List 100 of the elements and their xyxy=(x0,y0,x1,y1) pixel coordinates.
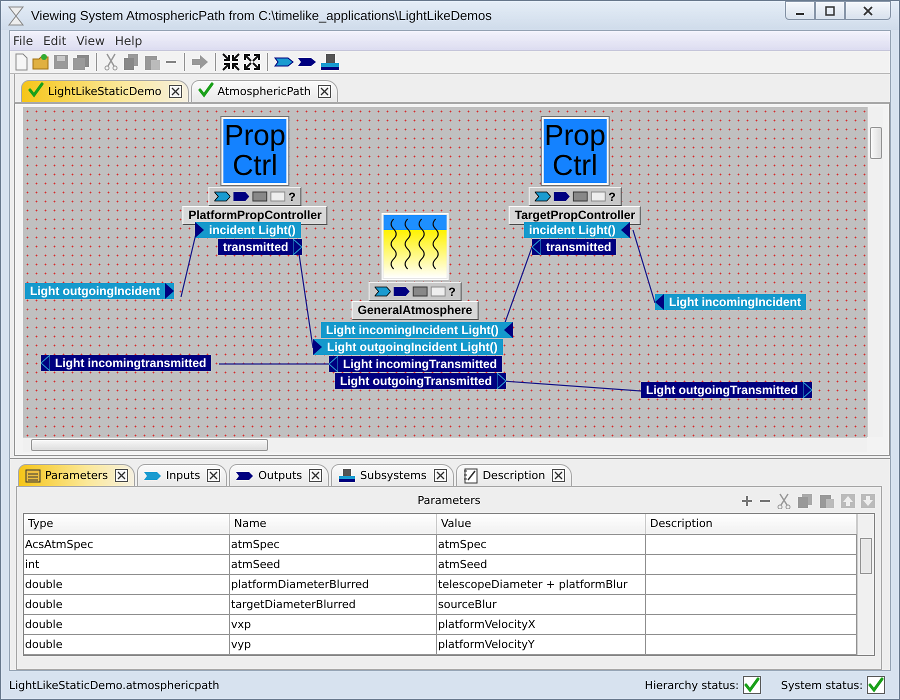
check-icon xyxy=(198,82,214,98)
table-cell: atmSeed xyxy=(437,555,646,574)
atmosphere-icon[interactable] xyxy=(382,213,448,280)
panel-tab[interactable]: Parameters xyxy=(18,464,135,486)
export-icon[interactable] xyxy=(191,53,209,71)
menu-item[interactable]: Help xyxy=(114,34,142,48)
table-cell: double xyxy=(24,635,230,654)
output-port[interactable]: Light outgoingTransmitted xyxy=(335,373,506,389)
close-icon[interactable] xyxy=(552,469,566,482)
save-all-icon[interactable] xyxy=(72,53,90,71)
output-port-icon[interactable] xyxy=(553,191,570,202)
table-cell: platformDiameterBlurred xyxy=(230,575,437,594)
expand-icon[interactable] xyxy=(243,53,261,71)
node-tile[interactable]: Prop Ctrl xyxy=(542,117,608,185)
close-icon[interactable] xyxy=(434,469,447,482)
arrow-icon xyxy=(496,373,506,389)
document-tab[interactable]: AtmosphericPath xyxy=(190,80,338,102)
column-header[interactable]: Type xyxy=(24,514,230,534)
column-header[interactable]: Value xyxy=(437,514,646,534)
output-port-icon[interactable] xyxy=(233,191,250,202)
input-port-icon[interactable] xyxy=(534,191,550,202)
close-icon[interactable] xyxy=(168,85,182,98)
column-header[interactable]: Name xyxy=(230,514,437,534)
table-cell: targetDiameterBlurred xyxy=(230,595,437,614)
close-icon[interactable] xyxy=(309,469,322,482)
minimize-icon xyxy=(796,12,804,14)
list-icon xyxy=(25,468,41,482)
input-port-icon[interactable] xyxy=(214,191,230,202)
subsystem-icon xyxy=(338,468,356,482)
arrow-icon xyxy=(655,294,664,310)
document-tab[interactable]: LightLikeStaticDemo xyxy=(21,80,189,102)
help-button[interactable]: ? xyxy=(288,190,296,204)
notebook-icon xyxy=(462,468,479,484)
block-icon[interactable] xyxy=(252,191,268,202)
check-icon xyxy=(28,82,44,98)
panel-tab[interactable]: Description xyxy=(456,464,572,486)
output-port[interactable]: Light incomingTransmitted xyxy=(329,356,502,372)
panel-title: Parameters xyxy=(418,494,480,506)
output-port[interactable]: Light incomingtransmitted xyxy=(41,355,212,371)
collapse-icon[interactable] xyxy=(222,53,240,71)
node-tile[interactable]: Prop Ctrl xyxy=(222,117,288,185)
table-cell: int xyxy=(24,555,230,574)
add-icon[interactable] xyxy=(741,495,753,507)
table-cell: double xyxy=(24,575,230,594)
cut-icon[interactable] xyxy=(103,53,119,71)
minimize-button[interactable] xyxy=(785,1,815,20)
output-port-icon[interactable] xyxy=(393,286,410,297)
table-cell: double xyxy=(24,615,230,634)
close-button[interactable] xyxy=(845,1,891,20)
arrow-icon xyxy=(504,322,513,338)
table-cell: atmSeed xyxy=(230,555,437,574)
node-name[interactable]: GeneralAtmosphere xyxy=(352,301,478,320)
input-port-icon[interactable] xyxy=(374,286,390,297)
arrow-icon xyxy=(802,382,812,398)
hourglass-icon xyxy=(7,6,25,26)
arrow-icon xyxy=(41,355,50,371)
subsystem-icon[interactable] xyxy=(320,53,340,71)
panel-tab[interactable]: Inputs xyxy=(136,464,228,486)
output-port[interactable]: Light outgoingTransmitted xyxy=(641,382,812,398)
arrow-icon xyxy=(329,356,338,372)
arrow-icon xyxy=(195,222,204,238)
menu-item[interactable]: Edit xyxy=(43,34,66,48)
table-cell: atmSpec xyxy=(230,535,437,554)
close-icon[interactable] xyxy=(114,469,128,482)
input-port-icon xyxy=(144,470,162,480)
menu-item[interactable]: File xyxy=(13,34,34,48)
table-cell: vxp xyxy=(230,615,437,634)
block-icon[interactable] xyxy=(412,286,428,297)
table-cell: telescopeDiameter + platformBlur xyxy=(437,575,646,594)
arrow-icon xyxy=(620,222,630,238)
output-port-icon xyxy=(236,470,254,480)
new-file-icon[interactable] xyxy=(13,53,29,71)
paste-icon[interactable] xyxy=(143,53,161,71)
table-cell: platformVelocityX xyxy=(437,615,646,634)
close-icon[interactable] xyxy=(207,469,220,482)
table-cell: double xyxy=(24,595,230,614)
vertical-scrollbar[interactable] xyxy=(857,514,874,655)
panel-tab[interactable]: Subsystems xyxy=(331,464,454,486)
status-text: LightLikeStaticDemo.atmosphericpath xyxy=(9,678,220,692)
help-button[interactable]: ? xyxy=(448,284,456,298)
help-button[interactable]: ? xyxy=(608,190,616,204)
table-cell: AcsAtmSpec xyxy=(24,535,230,554)
arrow-icon xyxy=(293,239,302,255)
table-cell: vyp xyxy=(230,635,437,654)
maximize-button[interactable] xyxy=(815,1,845,20)
close-icon[interactable] xyxy=(318,85,331,98)
menu-item[interactable]: View xyxy=(76,34,105,48)
status-label: Hierarchy status: xyxy=(644,678,739,692)
status-label: System status: xyxy=(780,678,863,692)
copy-icon[interactable] xyxy=(122,53,140,71)
arrow-icon xyxy=(532,239,541,255)
output-port[interactable]: transmitted xyxy=(218,239,302,255)
output-port[interactable]: transmitted xyxy=(532,239,616,255)
table-cell: platformVelocityY xyxy=(437,635,646,654)
window-title: Viewing System AtmosphericPath from C:\timelike_applications\LightLikeDemos xyxy=(31,8,492,23)
block-icon[interactable] xyxy=(572,191,588,202)
open-folder-icon[interactable] xyxy=(32,53,50,71)
panel-tab[interactable]: Outputs xyxy=(229,464,330,486)
arrow-icon xyxy=(164,283,174,299)
table-cell: sourceBlur xyxy=(437,595,646,614)
